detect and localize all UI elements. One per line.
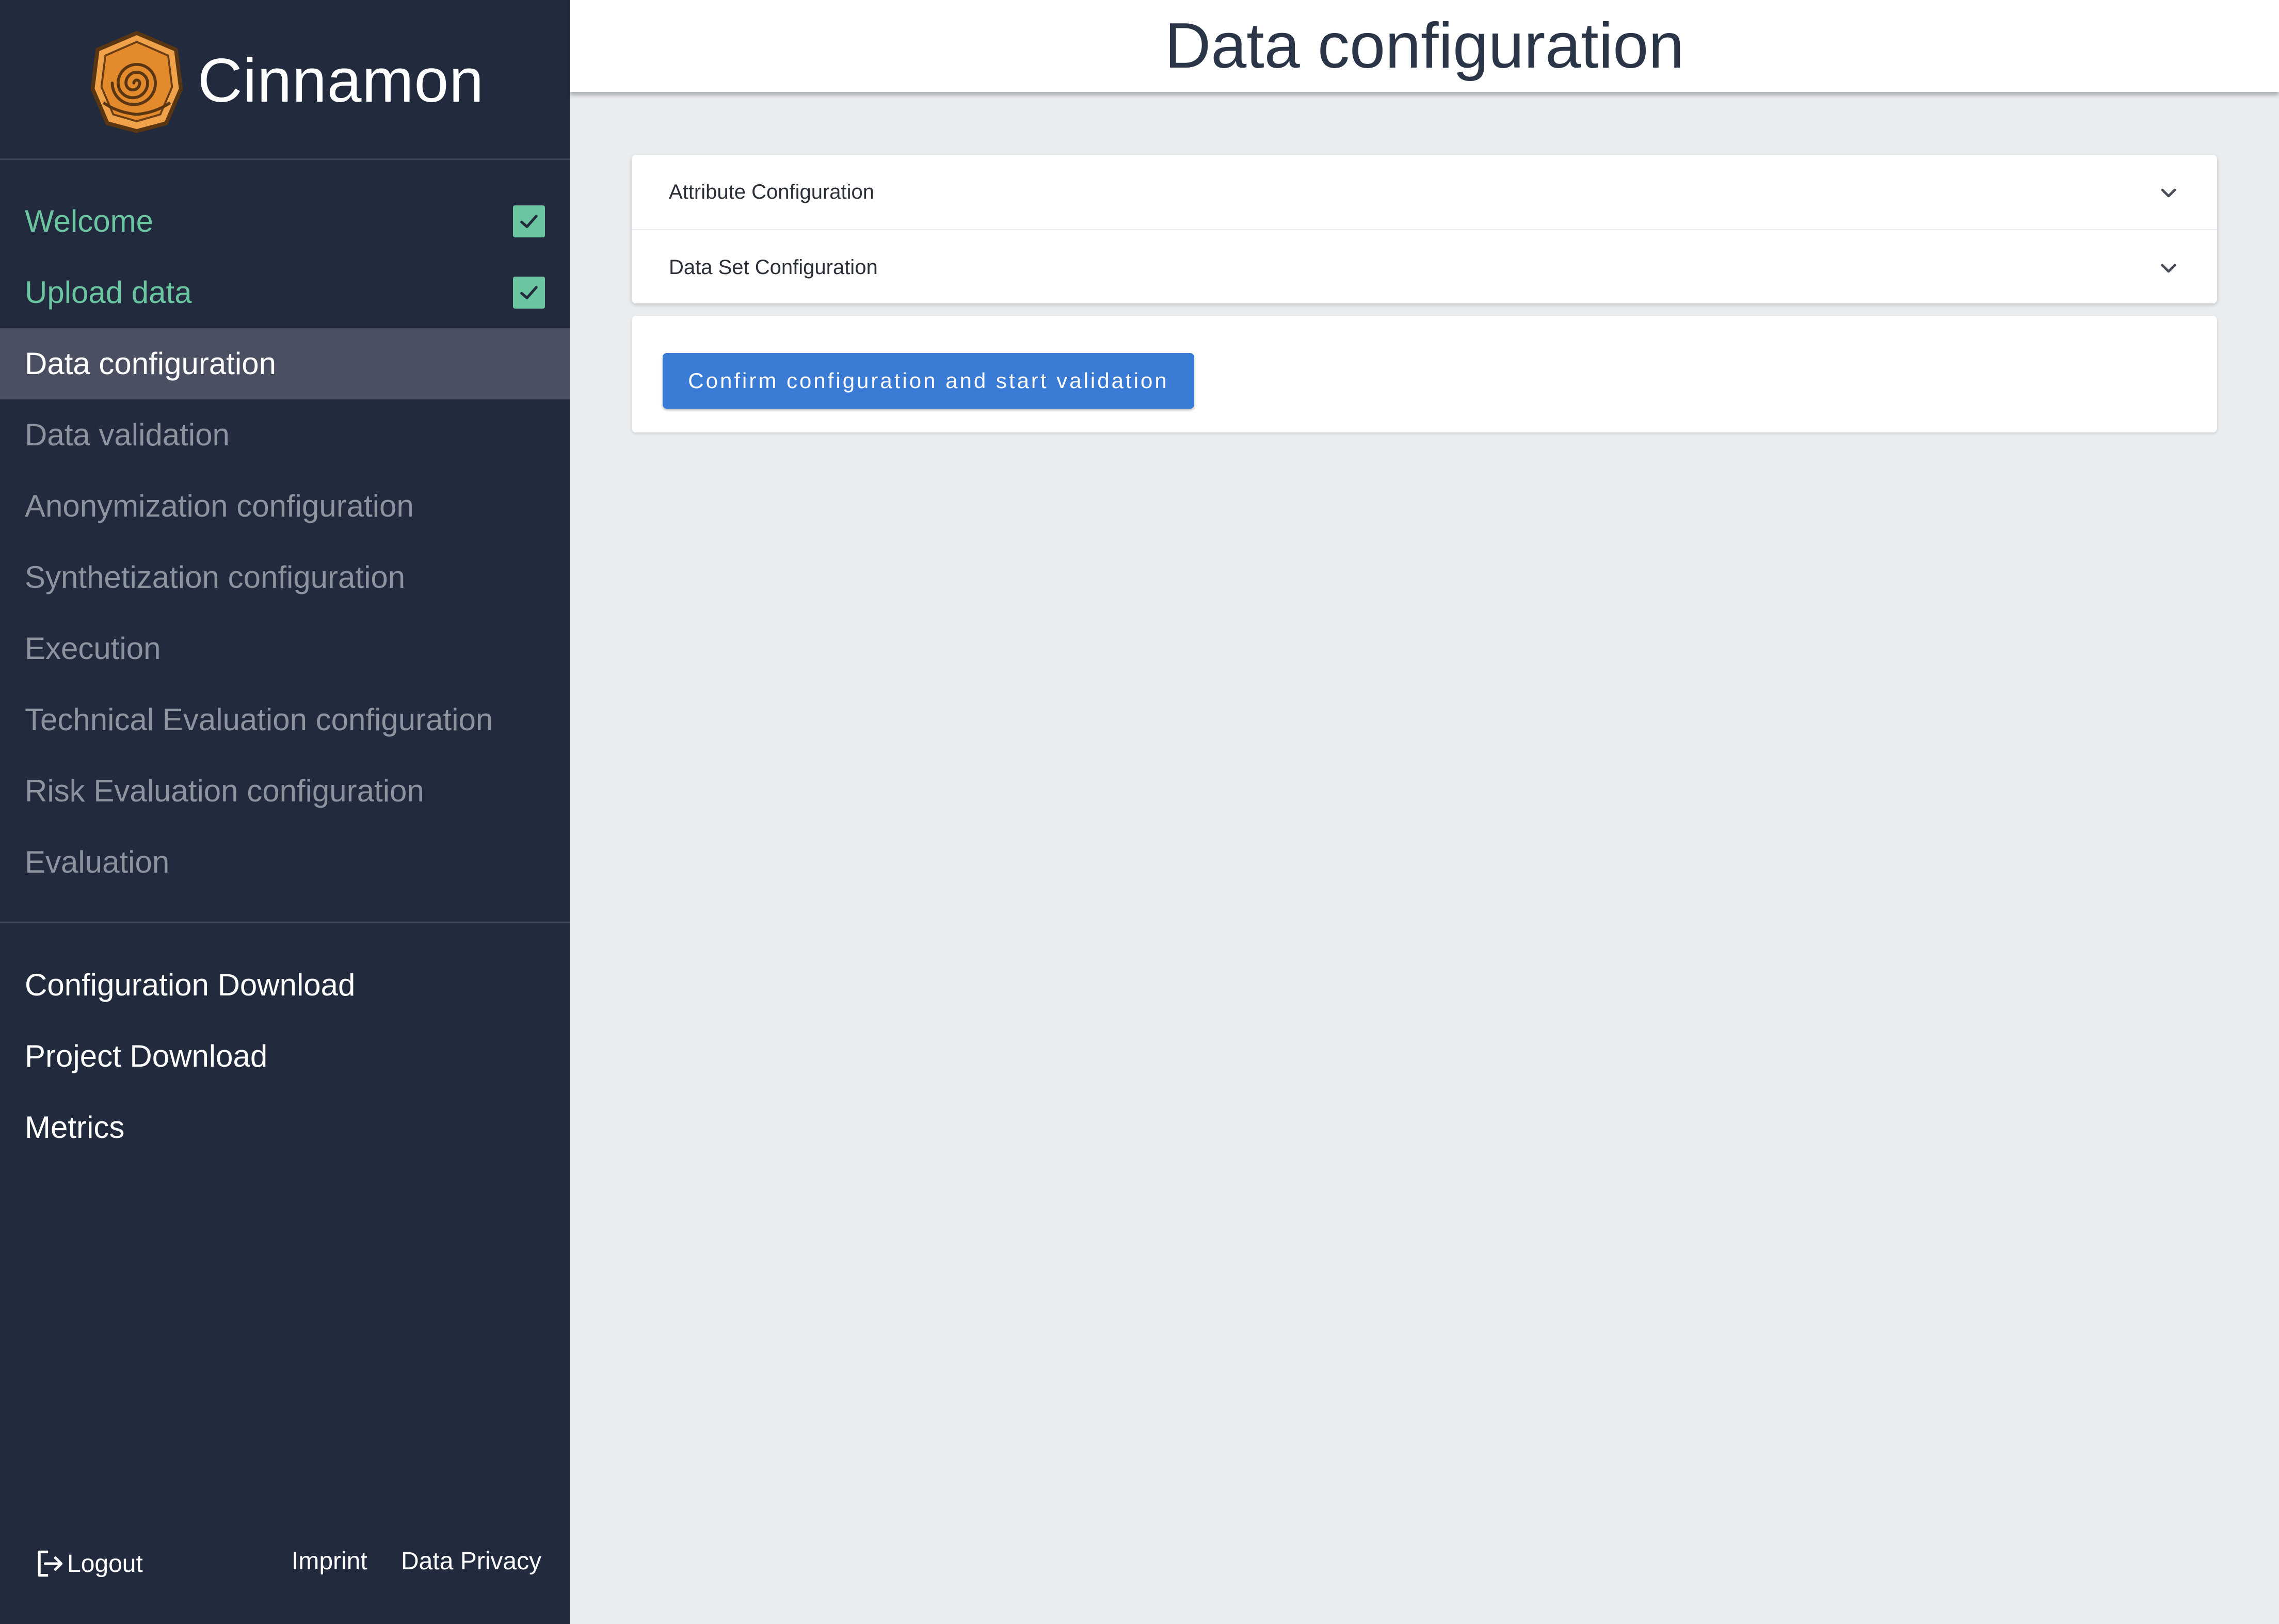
configuration-download-link[interactable]: Configuration Download [0, 950, 570, 1021]
nav-step-technical-evaluation-configuration[interactable]: Technical Evaluation configuration [0, 684, 570, 755]
brand-header: Cinnamon [0, 0, 570, 160]
project-download-link[interactable]: Project Download [0, 1021, 570, 1092]
chevron-down-icon [2161, 188, 2176, 198]
panel-title: Data Set Configuration [669, 256, 878, 279]
logout-button[interactable]: Logout [32, 1538, 143, 1589]
nav-step-upload-data[interactable]: Upload data [0, 257, 570, 328]
nav-step-label: Synthetization configuration [25, 560, 406, 594]
nav-step-execution[interactable]: Execution [0, 613, 570, 684]
nav-step-label: Upload data [25, 275, 192, 310]
sidebar-links: Configuration Download Project Download … [0, 950, 570, 1163]
imprint-link[interactable]: Imprint [292, 1538, 367, 1585]
panel-title: Attribute Configuration [669, 181, 875, 203]
sidebar: Cinnamon Welcome Upload data Data config… [0, 0, 570, 1624]
nav-step-data-configuration[interactable]: Data configuration [0, 328, 570, 399]
checkmark-icon [513, 277, 545, 309]
chevron-down-icon [2161, 264, 2176, 273]
page-title: Data configuration [1164, 10, 1684, 82]
step-navigation: Welcome Upload data Data configuration D… [0, 186, 570, 898]
nav-step-anonymization-configuration[interactable]: Anonymization configuration [0, 471, 570, 542]
nav-step-label: Anonymization configuration [25, 489, 414, 523]
action-card: Confirm configuration and start validati… [632, 316, 2217, 432]
logout-icon [38, 1550, 63, 1577]
logout-label: Logout [67, 1550, 143, 1578]
sidebar-footer: Logout Imprint Data Privacy [0, 1538, 570, 1589]
nav-step-label: Data validation [25, 417, 230, 452]
sidebar-divider [0, 922, 570, 923]
nav-step-risk-evaluation-configuration[interactable]: Risk Evaluation configuration [0, 755, 570, 827]
configuration-accordion: Attribute Configuration Data Set Configu… [632, 155, 2217, 303]
data-set-configuration-panel[interactable]: Data Set Configuration [632, 229, 2217, 303]
cinnamon-roll-logo-icon [90, 31, 183, 133]
nav-step-label: Evaluation [25, 845, 170, 879]
page-header: Data configuration [570, 0, 2279, 92]
attribute-configuration-panel[interactable]: Attribute Configuration [632, 155, 2217, 229]
confirm-configuration-button[interactable]: Confirm configuration and start validati… [663, 353, 1194, 409]
nav-step-label: Welcome [25, 204, 153, 238]
nav-step-label: Technical Evaluation configuration [25, 702, 493, 737]
nav-step-data-validation[interactable]: Data validation [0, 399, 570, 471]
nav-step-label: Risk Evaluation configuration [25, 774, 424, 808]
nav-step-evaluation[interactable]: Evaluation [0, 827, 570, 898]
app-name: Cinnamon [198, 46, 484, 115]
data-privacy-link[interactable]: Data Privacy [401, 1538, 541, 1585]
nav-step-label: Data configuration [25, 346, 276, 381]
nav-step-synthetization-configuration[interactable]: Synthetization configuration [0, 542, 570, 613]
metrics-link[interactable]: Metrics [0, 1092, 570, 1163]
nav-step-label: Execution [25, 631, 161, 666]
checkmark-icon [513, 205, 545, 237]
nav-step-welcome[interactable]: Welcome [0, 186, 570, 257]
